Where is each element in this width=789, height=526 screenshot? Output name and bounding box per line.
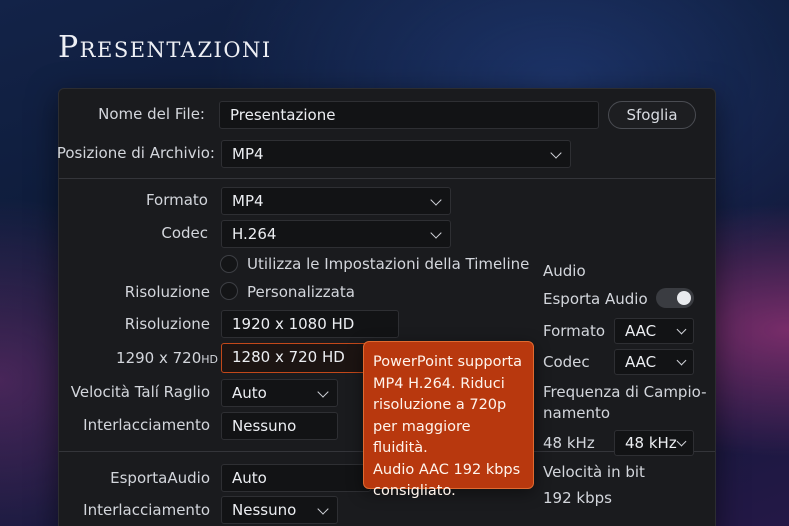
- toggle-knob: [677, 291, 691, 305]
- frame-rate-value: Auto: [232, 384, 267, 402]
- audio-format-value: AAC: [625, 322, 657, 340]
- sample-rate-label-line2: namento: [543, 404, 611, 422]
- alt-resolution-label-unit: HD: [201, 353, 218, 366]
- lower-interlace-label: Interlacciamento: [83, 501, 210, 519]
- custom-resolution-radio[interactable]: [220, 282, 238, 300]
- section-divider: [59, 178, 715, 179]
- chevron-down-icon: [676, 436, 687, 447]
- browse-button[interactable]: Sfoglia: [608, 101, 696, 129]
- page-title: Presentazioni: [58, 30, 272, 65]
- sample-rate-select[interactable]: 48 kHz: [614, 430, 694, 456]
- tooltip-line: PowerPoint supporta: [373, 354, 523, 370]
- chevron-down-icon: [676, 324, 687, 335]
- audio-codec-value: AAC: [625, 353, 657, 371]
- lower-interlace-value: Nessuno: [232, 501, 297, 519]
- bitrate-value: 192 kbps: [543, 489, 612, 507]
- location-select[interactable]: MP4: [221, 140, 571, 168]
- frame-rate-label: Velocità Talí Raglio: [70, 383, 210, 401]
- alt-resolution-label-main: 1290 x 720: [116, 349, 202, 367]
- frame-rate-select[interactable]: Auto: [221, 379, 338, 407]
- sample-rate-text: 48 kHz: [543, 434, 595, 452]
- custom-resolution-label: Personalizzata: [247, 283, 355, 301]
- tooltip-line: per maggiore fluidità.: [373, 418, 471, 457]
- audio-format-select[interactable]: AAC: [614, 318, 694, 344]
- resolution-label: Risoluzione: [124, 315, 210, 333]
- tooltip-line: risoluzione a 720p: [373, 397, 507, 413]
- export-audio-toggle[interactable]: [656, 288, 694, 308]
- export-audio-input[interactable]: Auto: [221, 464, 371, 492]
- file-name-label: Nome del File:: [98, 105, 205, 123]
- audio-format-label: Formato: [543, 322, 606, 340]
- codec-value: H.264: [232, 225, 277, 243]
- interlace-label: Interlacciamento: [83, 416, 210, 434]
- use-timeline-label: Utilizza le Impostazioni della Timeline: [247, 255, 530, 273]
- format-label: Formato: [145, 191, 208, 209]
- chevron-down-icon: [430, 227, 442, 239]
- use-timeline-radio[interactable]: [220, 255, 238, 273]
- export-audio-label: EsportaAudio: [110, 469, 210, 487]
- audio-codec-select[interactable]: AAC: [614, 349, 694, 375]
- chevron-down-icon: [676, 355, 687, 366]
- location-value: MP4: [232, 145, 264, 163]
- audio-codec-label: Codec: [543, 353, 590, 371]
- chevron-down-icon: [430, 194, 442, 206]
- resolution-input[interactable]: 1920 x 1080 HD: [221, 310, 399, 338]
- alt-resolution-label: 1290 x 720HD: [116, 349, 218, 367]
- format-select[interactable]: MP4: [221, 187, 451, 215]
- export-audio-toggle-label: Esporta Audio: [543, 290, 648, 308]
- tooltip-callout: PowerPoint supporta MP4 H.264. Riduci ri…: [363, 341, 534, 499]
- format-value: MP4: [232, 192, 264, 210]
- lower-interlace-select[interactable]: Nessuno: [221, 496, 338, 524]
- file-name-input[interactable]: Presentazione: [219, 101, 599, 129]
- sample-rate-label-line1: Frequenza di Campio-: [543, 383, 707, 401]
- resolution-radio-label: Risoluzione: [124, 283, 210, 301]
- codec-label: Codec: [161, 224, 208, 242]
- chevron-down-icon: [550, 147, 562, 159]
- chevron-down-icon: [317, 503, 329, 515]
- tooltip-line: MP4 H.264. Riduci: [373, 375, 505, 392]
- location-label: Posizione di Archivio:: [56, 144, 215, 162]
- bitrate-label: Velocità in bit: [543, 463, 645, 481]
- audio-heading: Audio: [543, 262, 586, 280]
- chevron-down-icon: [317, 386, 329, 398]
- codec-select[interactable]: H.264: [221, 220, 451, 248]
- interlace-input[interactable]: Nessuno: [221, 412, 338, 440]
- sample-rate-value: 48 kHz: [625, 434, 677, 452]
- tooltip-line: Audio AAC 192 kbps: [373, 461, 521, 478]
- tooltip-line: consigliato.: [373, 483, 456, 499]
